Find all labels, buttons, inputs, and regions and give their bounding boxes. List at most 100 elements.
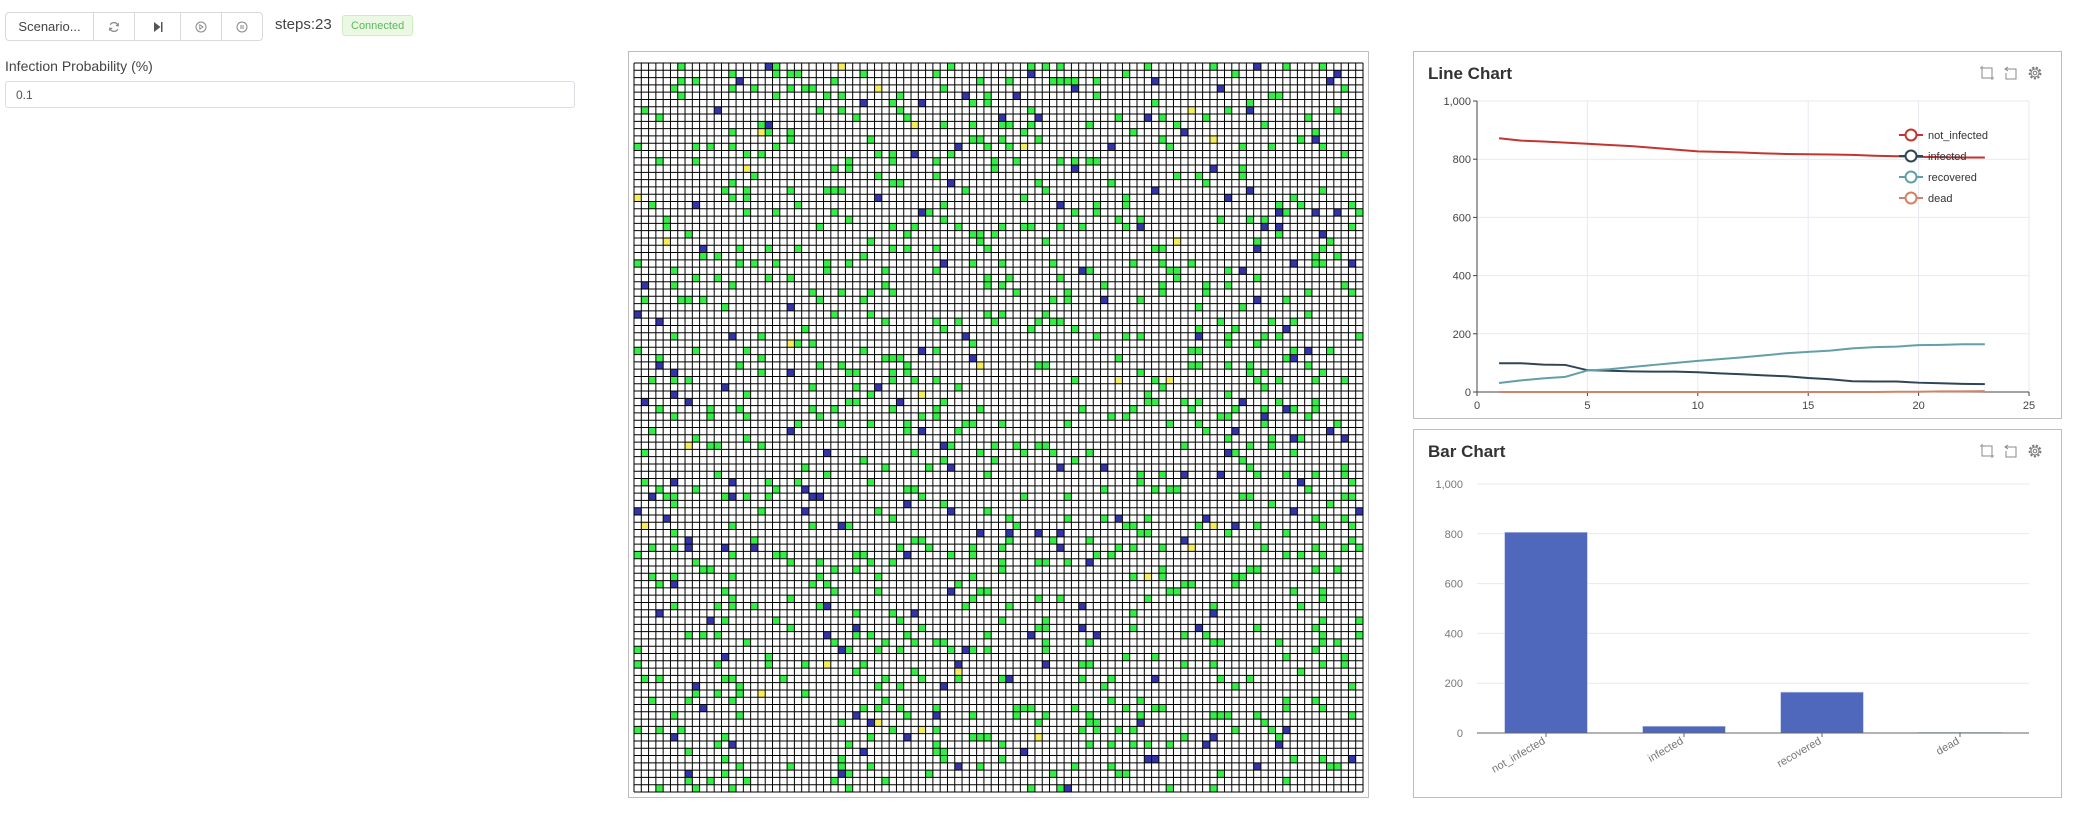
agent-cell-infected — [743, 165, 751, 173]
agent-cell-not-infected — [1246, 99, 1254, 107]
agent-cell-not-infected — [1020, 449, 1028, 457]
agent-cell-not-infected — [1027, 784, 1035, 792]
bar-not-infected[interactable] — [1504, 532, 1588, 734]
agent-cell-not-infected — [634, 726, 642, 734]
agent-cell-not-infected — [1348, 711, 1356, 720]
agent-cell-not-infected — [1188, 259, 1196, 268]
agent-cell-not-infected — [1195, 420, 1203, 428]
zoom-reset-icon[interactable] — [2003, 443, 2019, 459]
legend-item-dead[interactable]: dead — [1899, 191, 1952, 206]
agent-cell-not-infected — [787, 762, 795, 771]
agent-cell-not-infected — [1260, 383, 1269, 392]
agent-cell-not-infected — [750, 84, 758, 93]
zoom-reset-icon[interactable] — [2003, 65, 2019, 81]
agent-cell-recovered — [787, 369, 795, 377]
agent-cell-not-infected — [816, 296, 824, 304]
agent-cell-not-infected — [932, 412, 941, 421]
agent-cell-not-infected — [772, 259, 780, 268]
agent-cell-not-infected — [1333, 420, 1342, 428]
agent-cell-not-infected — [954, 318, 963, 326]
play-button[interactable] — [181, 13, 222, 40]
agent-cell-not-infected — [969, 340, 977, 348]
agent-cell-recovered — [903, 551, 912, 559]
legend-item-infected[interactable]: infected — [1899, 149, 1967, 164]
agent-cell-recovered — [728, 740, 737, 749]
agent-cell-not-infected — [998, 223, 1006, 231]
agent-cell-not-infected — [1056, 63, 1065, 71]
bar-recovered[interactable] — [1780, 691, 1864, 734]
agent-cell-not-infected — [1137, 478, 1145, 486]
agent-cell-not-infected — [794, 245, 802, 253]
agent-cell-recovered — [1348, 755, 1356, 763]
agent-cell-recovered — [852, 711, 860, 720]
settings-gear-icon[interactable] — [2027, 443, 2043, 459]
agent-cell-not-infected — [1268, 434, 1276, 443]
agent-cell-not-infected — [743, 150, 751, 158]
settings-gear-icon[interactable] — [2027, 65, 2043, 81]
agent-cell-recovered — [1224, 194, 1232, 202]
agent-cell-not-infected — [903, 427, 912, 435]
agent-cell-not-infected — [1129, 544, 1138, 552]
agent-cell-not-infected — [721, 733, 729, 741]
agent-cell-not-infected — [838, 106, 846, 115]
agent-cell-not-infected — [1224, 281, 1232, 289]
play-circle-icon — [195, 21, 207, 33]
agent-cell-not-infected — [1231, 682, 1240, 690]
agent-cell-infected — [838, 63, 846, 71]
agent-cell-recovered — [823, 602, 831, 610]
x-tick-label: 0 — [1474, 400, 1480, 412]
agent-cell-not-infected — [1260, 420, 1269, 428]
agent-cell-recovered — [670, 391, 678, 399]
agent-cell-not-infected — [889, 157, 897, 166]
pause-button[interactable] — [222, 13, 262, 40]
agent-cell-recovered — [1355, 507, 1363, 515]
zoom-icon[interactable] — [1979, 65, 1995, 81]
agent-cell-not-infected — [896, 646, 904, 654]
agent-cell-recovered — [918, 427, 926, 435]
agent-cell-recovered — [859, 748, 868, 756]
scenario-button[interactable]: Scenario... — [6, 13, 94, 40]
agent-cell-recovered — [867, 719, 875, 727]
agent-cell-not-infected — [801, 689, 809, 698]
agent-cell-not-infected — [998, 558, 1006, 567]
agent-cell-not-infected — [728, 602, 737, 610]
agent-cell-not-infected — [772, 63, 780, 71]
agent-cell-not-infected — [1246, 442, 1254, 450]
agent-cell-infected — [1166, 376, 1174, 384]
agent-cell-not-infected — [1005, 143, 1014, 151]
legend-item-not-infected[interactable]: not_infected — [1899, 128, 1988, 143]
agent-cell-not-infected — [677, 296, 686, 304]
agent-cell-not-infected — [1107, 551, 1116, 559]
agent-cell-not-infected — [1311, 128, 1320, 136]
reset-button[interactable] — [94, 13, 135, 40]
agent-cell-not-infected — [641, 106, 649, 115]
agent-cell-not-infected — [1020, 194, 1028, 202]
bar-infected[interactable] — [1642, 726, 1726, 734]
step-button[interactable] — [135, 13, 181, 40]
agent-cell-infected — [911, 121, 919, 129]
agent-cell-not-infected — [1085, 719, 1094, 727]
agent-cell-recovered — [1013, 92, 1021, 100]
y-tick-label: 400 — [1453, 271, 1471, 283]
agent-cell-infected — [918, 726, 926, 734]
agent-cell-not-infected — [714, 631, 722, 639]
line-chart-title: Line Chart — [1428, 64, 1513, 83]
agent-cell-not-infected — [634, 551, 642, 559]
agent-cell-not-infected — [859, 70, 868, 78]
agent-cell-not-infected — [1202, 288, 1210, 297]
agent-cell-recovered — [1231, 522, 1240, 530]
agent-cell-recovered — [962, 92, 970, 100]
agent-cell-not-infected — [757, 332, 766, 341]
agent-cell-not-infected — [867, 478, 875, 486]
zoom-icon[interactable] — [1979, 443, 1995, 459]
steps-counter: steps:23 — [275, 16, 332, 33]
agent-cell-not-infected — [940, 398, 948, 406]
agent-cell-not-infected — [903, 114, 912, 122]
legend-item-recovered[interactable]: recovered — [1899, 170, 1977, 185]
agent-cell-not-infected — [962, 602, 970, 610]
agent-cell-not-infected — [1333, 566, 1342, 574]
agent-cell-not-infected — [1049, 259, 1057, 268]
infection-probability-input[interactable] — [5, 81, 575, 108]
agent-cell-not-infected — [1071, 456, 1079, 464]
agent-cell-not-infected — [1144, 740, 1152, 749]
